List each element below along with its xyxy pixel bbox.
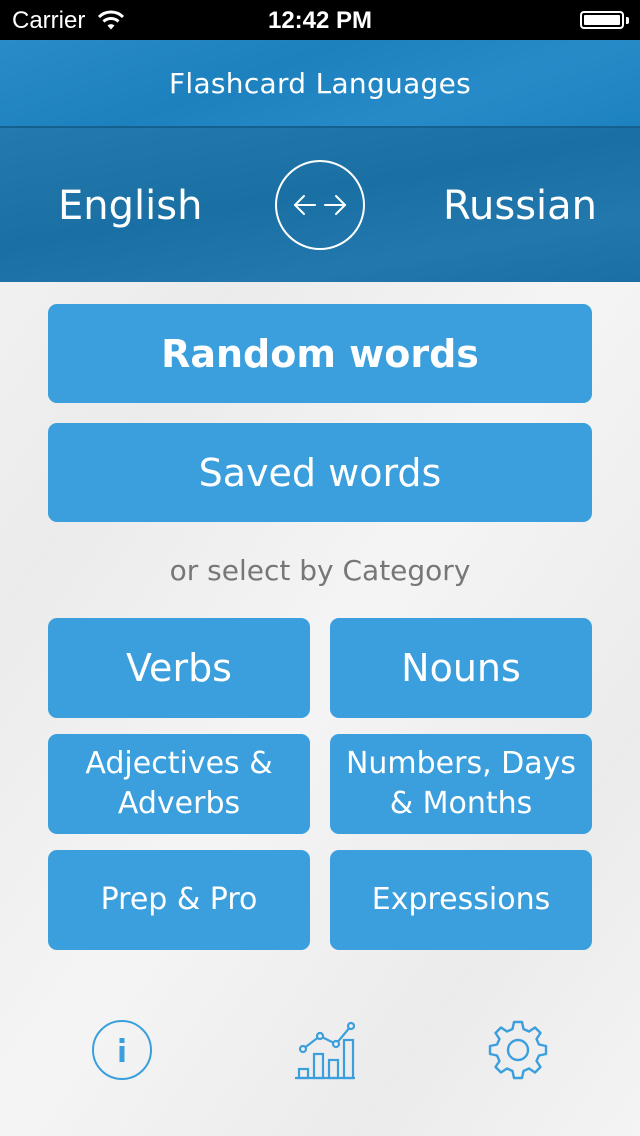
nav-bar: Flashcard Languages (0, 40, 640, 128)
statistics-chart-icon (295, 1021, 355, 1080)
info-icon (92, 1020, 152, 1080)
battery-tip (626, 17, 629, 24)
status-bar: Carrier 12:42 PM (0, 0, 640, 40)
main-content: Random words Saved words or select by Ca… (48, 304, 592, 950)
category-prompt: or select by Category (169, 554, 471, 587)
language-selector: English Russian (0, 128, 640, 282)
category-verbs-button[interactable]: Verbs (48, 618, 310, 718)
swap-arrows-icon (294, 195, 346, 215)
swap-languages-button[interactable] (275, 160, 365, 250)
battery-full-icon (580, 11, 624, 29)
source-language[interactable]: English (58, 178, 202, 234)
category-numbers-days-months-button[interactable]: Numbers, Days & Months (330, 734, 592, 834)
category-adjectives-adverbs-button[interactable]: Adjectives & Adverbs (48, 734, 310, 834)
target-language[interactable]: Russian (443, 178, 597, 234)
settings-button[interactable] (478, 1010, 558, 1090)
bottom-toolbar (0, 1010, 640, 1090)
category-nouns-button[interactable]: Nouns (330, 618, 592, 718)
category-prep-pro-button[interactable]: Prep & Pro (48, 850, 310, 950)
category-expressions-button[interactable]: Expressions (330, 850, 592, 950)
random-words-button[interactable]: Random words (48, 304, 592, 403)
clock: 12:42 PM (267, 7, 373, 34)
saved-words-button[interactable]: Saved words (48, 423, 592, 522)
info-button[interactable] (82, 1010, 162, 1090)
app-title: Flashcard Languages (168, 67, 472, 100)
statistics-button[interactable] (281, 1010, 361, 1090)
gear-icon (488, 1020, 548, 1080)
